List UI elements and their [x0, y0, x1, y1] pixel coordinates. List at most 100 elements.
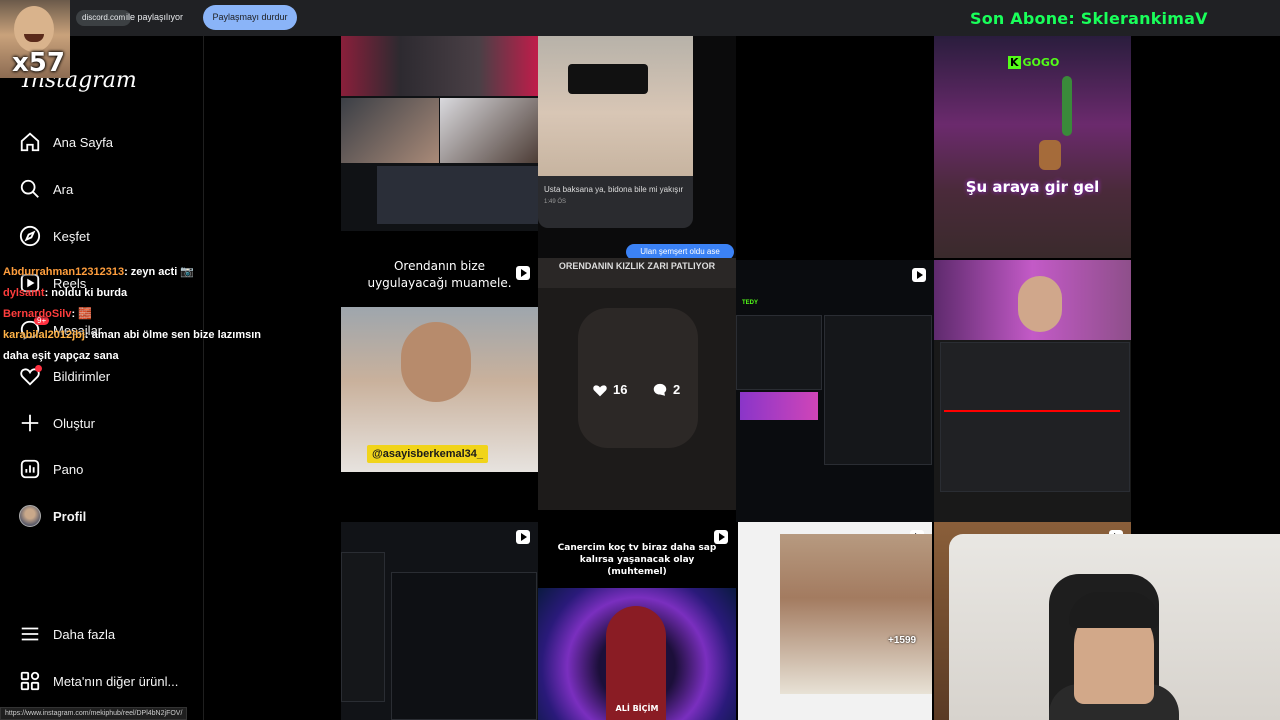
- chat-username: karabilal2012jbj: [3, 329, 85, 341]
- stream-chat-overlay: Abdurrahman12312313: zeyn acti 📷 dylsamt…: [3, 262, 303, 367]
- sidebar-item-label: Profil: [53, 508, 87, 524]
- dashboard-icon: [18, 457, 42, 481]
- sidebar-item-create[interactable]: Oluştur: [18, 409, 95, 437]
- sidebar-item-search[interactable]: Ara: [18, 175, 73, 203]
- streamer-emote-cam: x57: [0, 0, 70, 78]
- chat-username: Abdurrahman12312313: [3, 266, 125, 278]
- sidebar-item-more[interactable]: Daha fazla: [18, 620, 115, 648]
- post-tile-orendan[interactable]: Orendanın bize uygulayacağı muamele. @as…: [341, 258, 538, 474]
- chat-message: Abdurrahman12312313: zeyn acti 📷: [3, 262, 303, 283]
- reel-icon: [912, 268, 926, 282]
- post-tile-collage-men[interactable]: +1599: [738, 522, 932, 720]
- sidebar-item-label: Bildirimler: [53, 368, 111, 384]
- cam-face: [14, 6, 54, 52]
- streamer-hair: [1069, 592, 1159, 628]
- post-tile-empty[interactable]: [736, 36, 934, 260]
- thumb-men-grid: [780, 534, 932, 694]
- game-caption: Şu araya gir gel: [965, 178, 1100, 196]
- thumb-dashboard-left: [341, 552, 385, 702]
- chat-message: BernardoSilv: 🧱: [3, 304, 303, 325]
- thumb-youtube-ui: [940, 342, 1130, 492]
- thumb-skirt: [568, 64, 648, 94]
- plus-icon: [18, 411, 42, 435]
- bubble-text: Usta baksana ya, bidona bile mi yakışır: [544, 185, 684, 194]
- heart-icon: [18, 364, 42, 388]
- chat-username: dylsamt: [3, 287, 45, 299]
- thumb-dark-figure: [578, 308, 698, 448]
- sidebar-item-label: Daha fazla: [53, 626, 116, 642]
- chat-message: daha eşit yapçaz sana: [3, 346, 303, 367]
- stop-sharing-button[interactable]: Paylaşmayı durdur: [203, 5, 297, 30]
- sidebar-item-meta-products[interactable]: Meta'nın diğer ürünl...: [18, 667, 178, 695]
- ali-bicim-label: ALİ BİÇİM: [615, 704, 659, 713]
- instagram-sidebar: Instagram Ana Sayfa Ara Keşfet Reels 9+ …: [0, 36, 204, 720]
- chat-text: : aman abi ölme sen bize lazımsın: [84, 329, 262, 341]
- chat-username: BernardoSilv: [3, 308, 72, 320]
- thumb-screen-right: [824, 315, 932, 465]
- sidebar-item-label: Ana Sayfa: [53, 134, 113, 150]
- post-tile-kick-stream[interactable]: TEDY: [736, 260, 934, 522]
- comment-count-value: 2: [673, 382, 681, 397]
- chat-message: karabilal2012jbj: aman abi ölme sen bize…: [3, 325, 303, 346]
- kick-gogo-logo: K GOGO: [1008, 56, 1059, 69]
- screen: discord.com ile paylaşılıyor Paylaşmayı …: [0, 0, 1280, 720]
- thumb-photo: [538, 36, 693, 176]
- sidebar-item-home[interactable]: Ana Sayfa: [18, 128, 113, 156]
- like-count: 16: [592, 382, 627, 397]
- post-tile-hovered[interactable]: ORENDANIN KIZLIK ZARI PATLIYOR 16 2: [538, 258, 736, 510]
- kick-gogo-text: GOGO: [1022, 56, 1060, 69]
- like-count-value: 16: [613, 382, 628, 397]
- post-tile-game[interactable]: K GOGO Şu araya gir gel: [934, 36, 1131, 258]
- post-tile-canercim[interactable]: Canercim koç tv biraz daha sap kalırsa y…: [538, 522, 736, 720]
- sidebar-item-label: Ara: [53, 181, 74, 197]
- compass-icon: [18, 224, 42, 248]
- hover-banner: ORENDANIN KIZLIK ZARI PATLIYOR: [538, 258, 736, 288]
- thumb-dark-panel: [377, 166, 538, 224]
- comment-filled-icon: [653, 383, 667, 396]
- chat-text: : noldu ki burda: [44, 287, 128, 299]
- sidebar-item-profile[interactable]: Profil: [18, 502, 86, 530]
- post-tile-chat-photo[interactable]: Usta baksana ya, bidona bile mi yakışır …: [538, 36, 736, 268]
- sidebar-item-dashboard[interactable]: Pano: [18, 455, 83, 483]
- post-tile-chat-dashboard[interactable]: [341, 522, 538, 720]
- chat-text: daha eşit yapçaz sana: [3, 350, 119, 362]
- share-status-text: ile paylaşılıyor: [126, 12, 184, 22]
- thumb-face: [1018, 276, 1062, 332]
- chat-text: : zeyn acti 📷: [124, 266, 194, 278]
- cactus-shape: [1062, 76, 1072, 136]
- hamburger-menu-icon: [18, 622, 42, 646]
- thumb-screen-left: [736, 315, 822, 390]
- avatar: [19, 505, 41, 527]
- sidebar-item-explore[interactable]: Keşfet: [18, 222, 90, 250]
- streamer-webcam: [949, 534, 1280, 720]
- chat-text: : 🧱: [71, 308, 92, 320]
- thumb-purple-stage: [740, 392, 818, 420]
- sidebar-item-label: Oluştur: [53, 415, 95, 431]
- share-domain-chip: discord.com: [76, 10, 132, 26]
- post-title-text: Orendanın bize uygulayacağı muamele.: [367, 259, 512, 290]
- thumb-face: [401, 322, 471, 402]
- screen-share-bar: discord.com ile paylaşılıyor Paylaşmayı …: [0, 0, 1280, 36]
- message-bubble: Usta baksana ya, bidona bile mi yakışır …: [538, 176, 693, 228]
- progress-bar: [944, 410, 1120, 412]
- chat-message: dylsamt: noldu ki burda: [3, 283, 303, 304]
- bubble-time: 1:49 ÖS: [544, 199, 567, 205]
- profile-avatar: [18, 504, 42, 528]
- comment-count: 2: [652, 382, 680, 397]
- home-icon: [18, 130, 42, 154]
- post-title-text: Canercim koç tv biraz daha sap kalırsa y…: [557, 543, 717, 577]
- thumb-face-left: [341, 98, 439, 163]
- sidebar-item-label: Pano: [53, 461, 84, 477]
- sidebar-item-label: Keşfet: [53, 228, 90, 244]
- thumb-webcam-strip: [341, 36, 538, 96]
- post-tile-youtube[interactable]: [934, 260, 1131, 522]
- plus-count-label: +1599: [888, 635, 917, 646]
- apps-grid-icon: [18, 669, 42, 693]
- heart-filled-icon: [593, 384, 607, 396]
- thumb-face-right: [440, 98, 538, 163]
- thumb-red-suit: [606, 606, 666, 720]
- handle-tag: @asayisberkemal34_: [367, 445, 489, 463]
- latest-subscriber-banner: Son Abone: SklerankimaV: [970, 9, 1208, 28]
- post-tile-stream-collage[interactable]: [341, 36, 538, 231]
- reel-icon: [516, 530, 530, 544]
